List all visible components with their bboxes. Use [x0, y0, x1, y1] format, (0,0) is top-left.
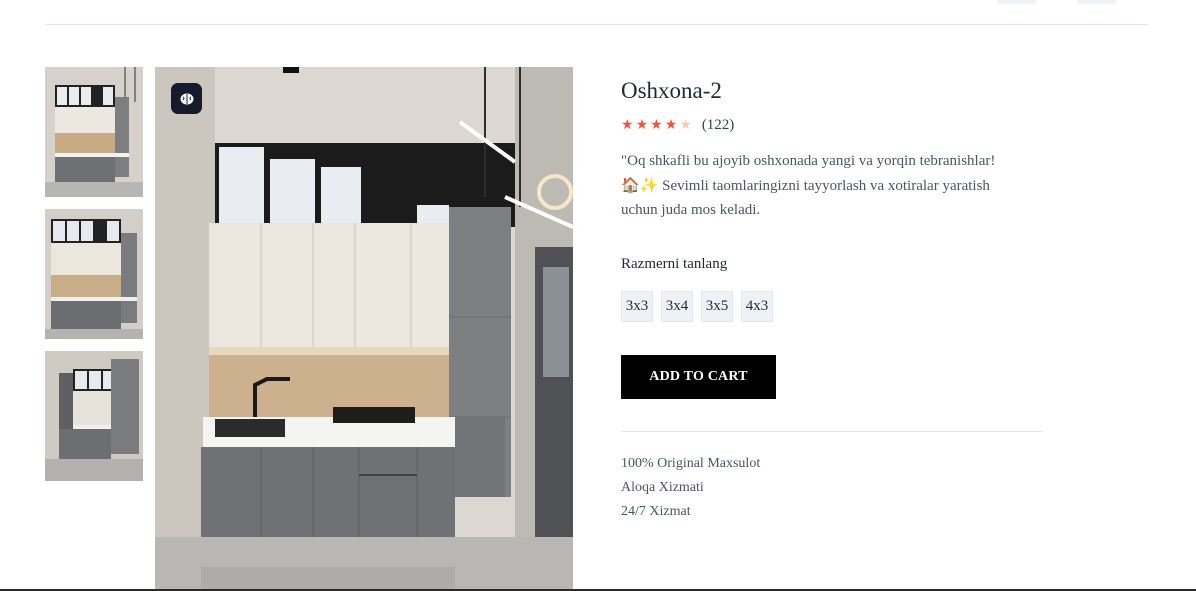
size-option-3x4[interactable]: 3x4 [661, 291, 693, 322]
star-icon: ★ [621, 117, 634, 133]
thumbnail-list [45, 67, 143, 493]
description-line-3: uchun juda mos keladi. [621, 202, 761, 218]
rating-stars: ★ ★ ★ ★ ★ [621, 118, 692, 132]
info-divider [621, 431, 1043, 432]
size-option-3x3[interactable]: 3x3 [621, 291, 653, 322]
thumbnail-1[interactable] [45, 67, 143, 197]
description-line-2: Sevimli taomlaringizni tayyorlash va xot… [658, 178, 990, 194]
star-icon: ★ [664, 117, 678, 133]
size-option-3x5[interactable]: 3x5 [701, 291, 733, 322]
description-emoji: 🏠✨ [621, 176, 659, 194]
thumbnail-2[interactable] [45, 209, 143, 339]
header-divider [45, 24, 1148, 25]
zoom-button[interactable] [171, 83, 202, 114]
star-icon: ★ [650, 117, 663, 133]
size-label: Razmerni tanlang [621, 256, 728, 272]
thumbnail-3[interactable] [45, 351, 143, 481]
description-line-1: "Oq shkafli bu ajoyib oshxonada yangi va… [621, 153, 996, 169]
product-title: Oshxona-2 [621, 78, 722, 103]
star-icon: ★ [635, 117, 649, 133]
feature-item: Aloqa Xizmati [621, 480, 704, 495]
product-info: Oshxona-2 ★ ★ ★ ★ ★ (122) "Oq shkafli bu ajo… [621, 77, 1043, 524]
feature-item: 24/7 Xizmat [621, 504, 691, 519]
size-option-4x3[interactable]: 4x3 [741, 291, 773, 322]
feature-list: 100% Original Maxsulot Aloqa Xizmati 24/… [621, 452, 1043, 524]
size-options: 3x3 3x4 3x5 4x3 [621, 291, 1043, 322]
main-product-image[interactable] [155, 67, 573, 591]
review-count[interactable]: (122) [702, 117, 735, 134]
header-control-stub[interactable] [997, 0, 1037, 4]
product-description: "Oq shkafli bu ajoyib oshxonada yangi va… [621, 149, 1043, 222]
header-control-stub[interactable] [1077, 0, 1117, 4]
brain-icon [179, 91, 195, 107]
feature-item: 100% Original Maxsulot [621, 456, 761, 471]
product-rating: ★ ★ ★ ★ ★ (122) [621, 115, 1043, 135]
add-to-cart-button[interactable]: ADD TO CART [621, 355, 776, 399]
star-icon: ★ [679, 117, 692, 133]
